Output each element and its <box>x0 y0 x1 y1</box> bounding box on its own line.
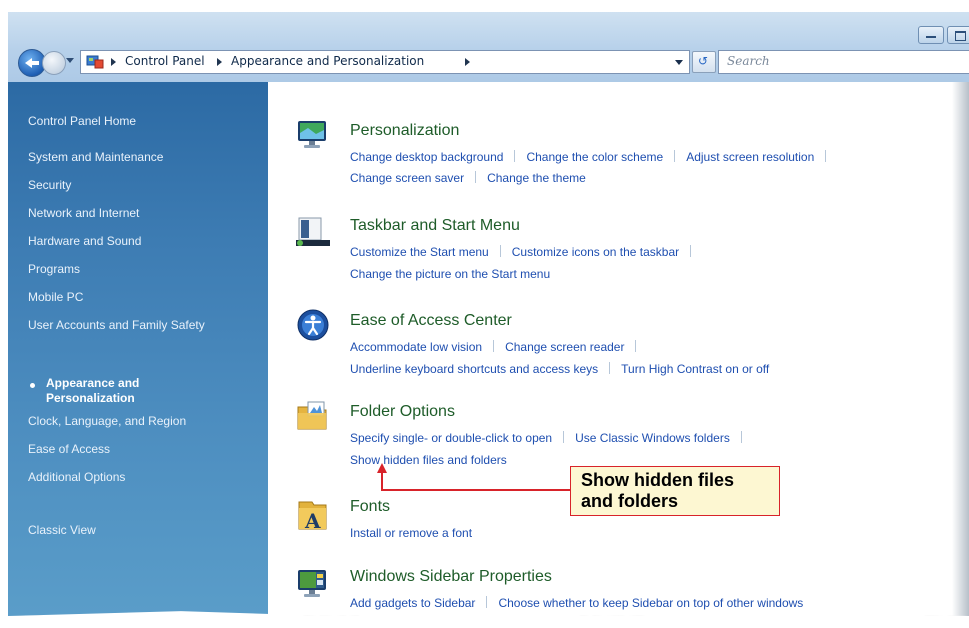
sidebar: Control Panel Home System and Maintenanc… <box>8 82 268 616</box>
sidebar-item-security[interactable]: Security <box>28 178 71 193</box>
task-line: Show hidden files and folders <box>350 449 507 467</box>
callout-box: Show hidden files and folders <box>570 466 780 516</box>
sidebar-item-mobile-pc[interactable]: Mobile PC <box>28 290 83 305</box>
task-separator <box>690 245 692 257</box>
task-separator <box>563 431 565 443</box>
task-link[interactable]: Change the theme <box>487 171 586 185</box>
current-section-bullet <box>30 383 35 388</box>
task-separator <box>499 245 501 257</box>
callout-text: Show hidden files and folders <box>581 470 777 512</box>
maximize-icon[interactable] <box>947 26 969 44</box>
task-link[interactable]: Add gadgets to Sidebar <box>350 596 475 610</box>
task-separator <box>493 340 495 352</box>
show-hidden-files-link[interactable]: Show hidden files and folders <box>350 453 507 467</box>
task-line: Specify single- or double-click to open U… <box>350 427 753 445</box>
sidebar-item-clock-language[interactable]: Clock, Language, and Region <box>28 414 186 429</box>
breadcrumb-separator-icon <box>217 58 222 66</box>
category-title-sidebar-properties[interactable]: Windows Sidebar Properties <box>350 568 552 586</box>
task-link[interactable]: Choose whether to keep Sidebar on top of… <box>498 596 803 610</box>
task-link[interactable]: Change screen saver <box>350 171 464 185</box>
breadcrumb-separator-icon <box>111 58 116 66</box>
ease-of-access-icon[interactable] <box>296 308 330 342</box>
task-line: Change desktop background Change the colo… <box>350 146 837 164</box>
callout-line: Show hidden files <box>581 470 735 490</box>
task-link[interactable]: Change screen reader <box>505 340 624 354</box>
task-line: Change the picture on the Start menu <box>350 263 550 281</box>
breadcrumb-separator-icon <box>465 58 470 66</box>
control-panel-window: Control Panel Appearance and Personaliza… <box>8 12 969 616</box>
refresh-button[interactable]: ↺ <box>692 51 716 73</box>
task-line: Underline keyboard shortcuts and access … <box>350 358 769 376</box>
task-separator <box>514 150 516 162</box>
torn-edge-shadow <box>952 82 969 616</box>
task-link[interactable]: Change the color scheme <box>526 150 663 164</box>
control-panel-icon <box>86 55 104 69</box>
task-separator <box>674 150 676 162</box>
breadcrumb-appearance[interactable]: Appearance and Personalization <box>231 54 424 68</box>
screenshot-stage: Control Panel Appearance and Personaliza… <box>0 0 969 628</box>
sidebar-item-user-accounts[interactable]: User Accounts and Family Safety <box>28 318 228 333</box>
sidebar-item-system-maintenance[interactable]: System and Maintenance <box>28 150 163 165</box>
category-title-taskbar[interactable]: Taskbar and Start Menu <box>350 217 520 235</box>
task-link[interactable]: Adjust screen resolution <box>686 150 814 164</box>
sidebar-item-control-panel-home[interactable]: Control Panel Home <box>28 114 136 129</box>
search-placeholder: Search <box>727 54 770 68</box>
task-separator <box>486 596 488 608</box>
sidebar-item-appearance-personalization: Appearance and Personalization <box>46 376 140 405</box>
refresh-icon: ↺ <box>698 54 709 68</box>
sidebar-item-classic-view[interactable]: Classic View <box>28 523 96 538</box>
task-line: Accommodate low vision Change screen read… <box>350 336 647 354</box>
personalization-icon[interactable] <box>296 118 330 152</box>
task-separator <box>475 171 477 183</box>
task-link[interactable]: Customize the Start menu <box>350 245 489 259</box>
sidebar-item-ease-of-access[interactable]: Ease of Access <box>28 442 110 457</box>
task-separator <box>635 340 637 352</box>
sidebar-item-programs[interactable]: Programs <box>28 262 80 277</box>
svg-text:A: A <box>304 509 321 532</box>
task-link[interactable]: Specify single- or double-click to open <box>350 431 552 445</box>
task-line: Install or remove a font <box>350 522 472 540</box>
recent-pages-dropdown-icon[interactable] <box>66 58 74 63</box>
search-input[interactable]: Search <box>718 50 969 74</box>
task-link[interactable]: Change the picture on the Start menu <box>350 267 550 281</box>
address-bar[interactable]: Control Panel Appearance and Personaliza… <box>80 50 690 74</box>
task-link[interactable]: Underline keyboard shortcuts and access … <box>350 362 598 376</box>
breadcrumb-control-panel[interactable]: Control Panel <box>125 54 205 68</box>
task-line: Change screen saver Change the theme <box>350 167 586 185</box>
sidebar-item-network-internet[interactable]: Network and Internet <box>28 206 139 221</box>
category-title-ease-of-access[interactable]: Ease of Access Center <box>350 312 512 330</box>
navigation-bar: Control Panel Appearance and Personaliza… <box>8 48 969 78</box>
minimize-icon[interactable] <box>918 26 944 44</box>
task-line: Customize the Start menu Customize icons … <box>350 241 702 259</box>
task-link[interactable]: Change desktop background <box>350 150 503 164</box>
sidebar-item-hardware-sound[interactable]: Hardware and Sound <box>28 234 141 249</box>
address-dropdown-icon[interactable] <box>675 60 683 65</box>
task-link[interactable]: Install or remove a font <box>350 526 472 540</box>
task-link[interactable]: Turn High Contrast on or off <box>621 362 769 376</box>
task-separator <box>609 362 611 374</box>
sidebar-item-additional-options[interactable]: Additional Options <box>28 470 125 485</box>
taskbar-icon[interactable] <box>296 215 330 249</box>
callout-line: and folders <box>581 491 679 511</box>
category-title-fonts[interactable]: Fonts <box>350 498 390 516</box>
fonts-icon[interactable]: A <box>296 498 330 532</box>
category-title-folder-options[interactable]: Folder Options <box>350 403 455 421</box>
sidebar-properties-icon[interactable] <box>296 567 330 601</box>
main-content: Personalization Change desktop backgroun… <box>268 82 969 616</box>
window-controls <box>918 26 969 44</box>
category-title-personalization[interactable]: Personalization <box>350 122 459 140</box>
task-separator <box>740 431 742 443</box>
task-link[interactable]: Customize icons on the taskbar <box>512 245 679 259</box>
task-link[interactable]: Use Classic Windows folders <box>575 431 730 445</box>
forward-arrow-icon[interactable] <box>42 51 66 75</box>
task-link[interactable]: Accommodate low vision <box>350 340 482 354</box>
task-separator <box>825 150 827 162</box>
task-line: Add gadgets to Sidebar Choose whether to … <box>350 592 803 610</box>
folder-options-icon[interactable] <box>296 399 330 433</box>
